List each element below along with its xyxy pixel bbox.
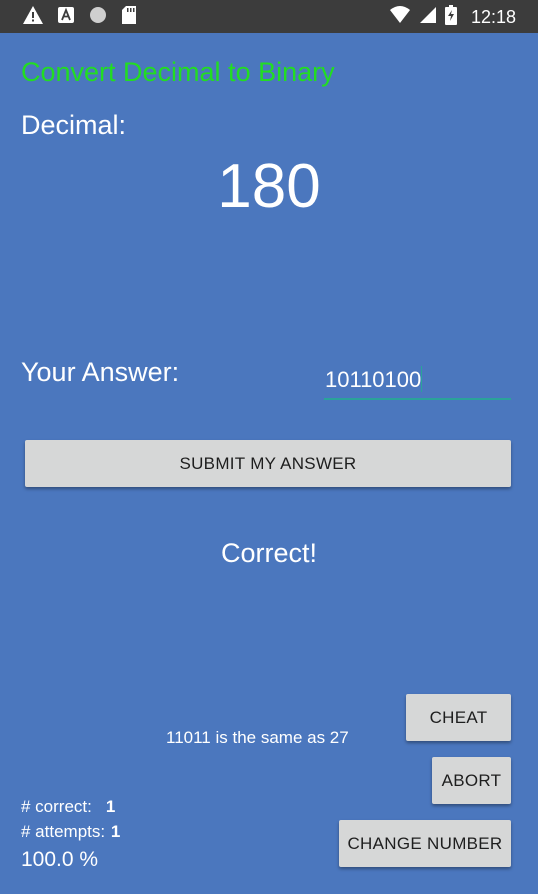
correct-count: # correct: 1 [21,797,115,817]
submit-answer-button[interactable]: SUBMIT MY ANSWER [25,440,511,487]
text-caret [421,366,423,392]
attempts-count-value: 1 [110,822,121,841]
app-a-icon [57,6,75,29]
answer-input[interactable]: 10110100 [324,366,511,400]
app-screen: Convert Decimal to Binary Decimal: 180 Y… [0,33,538,894]
system-status: 12:18 [389,4,516,30]
attempts-count: # attempts: 1 [21,822,120,842]
wifi-icon [389,5,411,29]
clock-time: 12:18 [470,6,516,27]
signal-icon [419,6,437,29]
correct-count-label: # correct: [21,797,92,816]
change-number-button[interactable]: CHANGE NUMBER [339,820,511,867]
abort-button[interactable]: ABORT [432,757,511,804]
answer-label: Your Answer: [21,357,180,387]
status-bar: 12:18 [0,0,538,33]
notification-icons [22,5,137,30]
circle-icon [88,5,108,30]
answer-input-text: 10110100 [325,367,422,392]
attempts-count-label: # attempts: [21,822,106,841]
battery-charging-icon [444,4,457,30]
result-message: Correct! [220,538,318,568]
app-title: Convert Decimal to Binary [21,57,335,87]
warning-icon [22,5,44,30]
decimal-value: 180 [217,152,321,221]
decimal-label: Decimal: [21,110,127,140]
correct-count-value: 1 [105,797,116,816]
percent-correct: 100.0 % [21,848,99,871]
hint-text: 11011 is the same as 27 [166,728,349,747]
sd-card-icon [121,5,137,30]
cheat-button[interactable]: CHEAT [406,694,511,741]
